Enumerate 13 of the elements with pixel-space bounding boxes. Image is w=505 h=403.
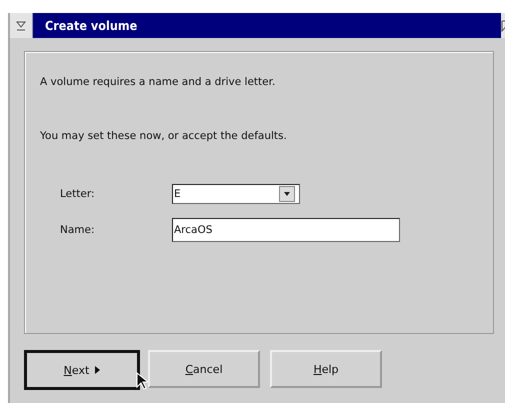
- system-menu-icon[interactable]: [10, 13, 33, 38]
- dialog-button[interactable]: Cancel: [148, 350, 260, 388]
- mouse-pointer-icon: [136, 372, 148, 390]
- field-label: Letter:: [60, 188, 96, 200]
- instruction-text: You may set these now, or accept the defaults.: [40, 130, 288, 142]
- window-title: Create volume: [33, 13, 501, 38]
- instruction-text: A volume requires a name and a drive letter.: [40, 76, 276, 88]
- letter-dropdown[interactable]: E: [172, 184, 300, 204]
- dialog-button[interactable]: Next: [24, 350, 140, 390]
- name-field[interactable]: ArcaOS: [172, 218, 400, 242]
- dialog-button[interactable]: Help: [270, 350, 382, 388]
- arrow-icon: [95, 366, 100, 374]
- field-label: Name:: [60, 224, 96, 236]
